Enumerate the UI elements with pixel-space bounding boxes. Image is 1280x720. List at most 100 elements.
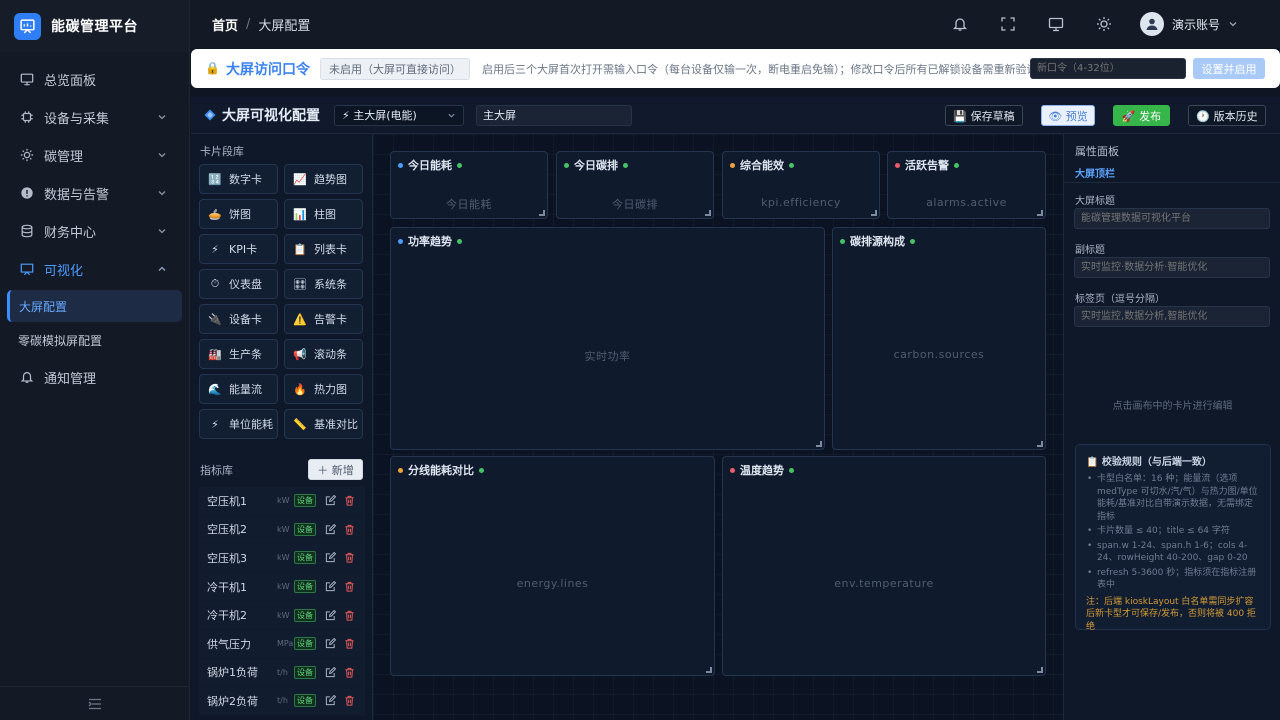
add-metric-button[interactable]: ＋ 新增 <box>308 459 363 480</box>
screen-title-input[interactable] <box>1074 208 1270 229</box>
card-type-icon: ⏱ <box>210 277 220 290</box>
resize-handle-icon[interactable] <box>1037 667 1043 673</box>
card-type-chip[interactable]: 📊 柱图 <box>284 199 363 229</box>
sidebar-subitem-screen-config[interactable]: 大屏配置 <box>7 290 182 322</box>
delete-icon[interactable] <box>344 667 355 678</box>
metric-unit: t/h <box>277 696 288 706</box>
metric-row[interactable]: 锅炉1负荷 t/h 设备 <box>199 658 365 688</box>
sidebar-item-overview[interactable]: 总览面板 <box>0 60 189 98</box>
delete-icon[interactable] <box>344 495 355 506</box>
monitor-icon[interactable] <box>1048 16 1064 32</box>
card-palette: 🔢 数字卡 📈 趋势图 🥧 饼图 📊 柱图 ⚡ KPI卡 📋 列表卡 ⏱ 仪表盘 🎛 系统条 🔌 设备卡 ⚠️ 告警卡… <box>199 164 365 439</box>
theme-sun-icon[interactable] <box>1096 16 1112 32</box>
screen-card[interactable]: 碳排源构成 carbon.sources <box>832 227 1046 450</box>
card-type-chip[interactable]: ⚡ KPI卡 <box>199 234 278 264</box>
preview-button[interactable]: 👁 预览 <box>1041 105 1095 126</box>
set-and-enable-button[interactable]: 设置并启用 <box>1193 58 1265 79</box>
sidebar-collapse-button[interactable] <box>0 686 189 720</box>
metric-row[interactable]: 冷干机1 kW 设备 <box>199 572 365 602</box>
resize-handle-icon[interactable] <box>816 441 822 447</box>
screen-card-binding: 今日能耗 <box>446 198 492 211</box>
fullscreen-icon[interactable] <box>1000 16 1016 32</box>
card-type-icon: 🔢 <box>208 172 222 186</box>
card-type-chip[interactable]: 📢 滚动条 <box>284 339 363 369</box>
delete-icon[interactable] <box>344 524 355 535</box>
screen-card[interactable]: 功率趋势 实时功率 <box>390 227 825 450</box>
card-type-chip[interactable]: 🔥 热力图 <box>284 374 363 404</box>
delete-icon[interactable] <box>344 638 355 649</box>
metric-row[interactable]: 空压机2 kW 设备 <box>199 515 365 545</box>
metric-row[interactable]: 空压机3 kW 设备 <box>199 544 365 573</box>
edit-icon[interactable] <box>325 552 336 563</box>
sidebar-item-data-alerts[interactable]: 数据与告警 <box>0 174 189 212</box>
sidebar-item-visualization[interactable]: 可视化 <box>0 250 189 288</box>
card-type-chip[interactable]: 🔌 设备卡 <box>199 304 278 334</box>
edit-icon[interactable] <box>325 638 336 649</box>
screen-card-title-text: 综合能效 <box>740 159 784 172</box>
resize-handle-icon[interactable] <box>871 210 877 216</box>
card-type-chip[interactable]: 🏭 生产条 <box>199 339 278 369</box>
card-type-chip[interactable]: ⚠️ 告警卡 <box>284 304 363 334</box>
save-draft-button[interactable]: 💾 保存草稿 <box>945 105 1023 126</box>
breadcrumb-home[interactable]: 首页 <box>212 15 238 34</box>
screen-select[interactable]: ⚡ 主大屏(电能) <box>334 104 464 126</box>
screen-card[interactable]: 温度趋势 env.temperature <box>722 456 1046 676</box>
card-type-chip[interactable]: ⏱ 仪表盘 <box>199 269 278 299</box>
status-dot <box>457 162 462 168</box>
delete-icon[interactable] <box>344 581 355 592</box>
card-type-chip[interactable]: 🥧 饼图 <box>199 199 278 229</box>
properties-section-title[interactable]: 大屏顶栏 <box>1075 165 1115 180</box>
screen-card[interactable]: 今日能耗 今日能耗 <box>390 151 548 219</box>
card-type-chip[interactable]: 📏 基准对比 <box>284 409 363 439</box>
card-type-chip[interactable]: 📋 列表卡 <box>284 234 363 264</box>
brand[interactable]: 能碳管理平台 <box>0 0 189 52</box>
screen-card[interactable]: 分线能耗对比 energy.lines <box>390 456 715 676</box>
edit-icon[interactable] <box>325 666 336 678</box>
card-type-chip[interactable]: ⚡ 单位能耗 <box>199 409 278 439</box>
card-type-chip[interactable]: 🌊 能量流 <box>199 374 278 404</box>
resize-handle-icon[interactable] <box>706 667 712 673</box>
edit-icon[interactable] <box>325 581 336 592</box>
delete-icon[interactable] <box>344 552 355 564</box>
card-type-chip[interactable]: 📈 趋势图 <box>284 164 363 194</box>
edit-icon[interactable] <box>325 695 336 706</box>
sidebar-item-carbon[interactable]: 碳管理 <box>0 136 189 174</box>
metric-row[interactable]: 供气压力 MPa 设备 <box>199 629 365 659</box>
screen-card[interactable]: 今日碳排 今日碳排 <box>556 151 714 219</box>
sidebar-item-devices[interactable]: 设备与采集 <box>0 98 189 136</box>
publish-button[interactable]: 🚀 发布 <box>1113 105 1170 126</box>
card-type-chip[interactable]: 🎛 系统条 <box>284 269 363 299</box>
metric-row[interactable]: 冷干机2 kW 设备 <box>199 601 365 630</box>
lock-icon: 🔒 <box>205 60 220 75</box>
edit-icon[interactable] <box>325 523 336 535</box>
resize-handle-icon[interactable] <box>1037 441 1043 447</box>
metric-row[interactable]: 锅炉2负荷 t/h 设备 <box>199 687 365 716</box>
screen-card[interactable]: 综合能效 kpi.efficiency <box>722 151 880 219</box>
resize-handle-icon[interactable] <box>539 210 545 216</box>
tabs-input[interactable] <box>1074 306 1270 327</box>
sidebar-subitem-zero-carbon-config[interactable]: 零碳模拟屏配置 <box>0 324 182 356</box>
sidebar-item-label: 设备与采集 <box>44 111 110 127</box>
bell-icon[interactable] <box>952 16 968 32</box>
screen-card[interactable]: 活跃告警 alarms.active <box>887 151 1046 219</box>
access-code-input[interactable] <box>1030 58 1186 79</box>
card-type-chip[interactable]: 🔢 数字卡 <box>199 164 278 194</box>
metric-row[interactable]: 空压机1 kW 设备 <box>199 487 365 516</box>
sidebar-item-finance[interactable]: 财务中心 <box>0 212 189 250</box>
resize-handle-icon[interactable] <box>1037 210 1043 216</box>
edit-icon[interactable] <box>325 609 336 621</box>
screen-name-input[interactable] <box>476 104 632 126</box>
version-history-button[interactable]: 🕐 版本历史 <box>1188 105 1266 126</box>
resize-handle-icon[interactable] <box>705 210 711 216</box>
subtitle-input[interactable] <box>1074 257 1270 278</box>
status-dot <box>457 238 462 244</box>
layout-canvas[interactable]: 今日能耗 今日能耗 今日碳排 今日碳排 综合能效 kpi.efficiency 活跃告警 al… <box>373 134 1063 720</box>
edit-icon[interactable] <box>325 495 336 506</box>
metric-tag-badge: 设备 <box>294 694 316 708</box>
sidebar-item-notifications[interactable]: 通知管理 <box>0 358 189 396</box>
delete-icon[interactable] <box>344 695 355 707</box>
card-type-label: 柱图 <box>314 208 336 221</box>
user-menu[interactable]: 演示账号 <box>1139 12 1238 36</box>
metric-name: 锅炉2负荷 <box>207 694 258 708</box>
delete-icon[interactable] <box>344 610 355 621</box>
